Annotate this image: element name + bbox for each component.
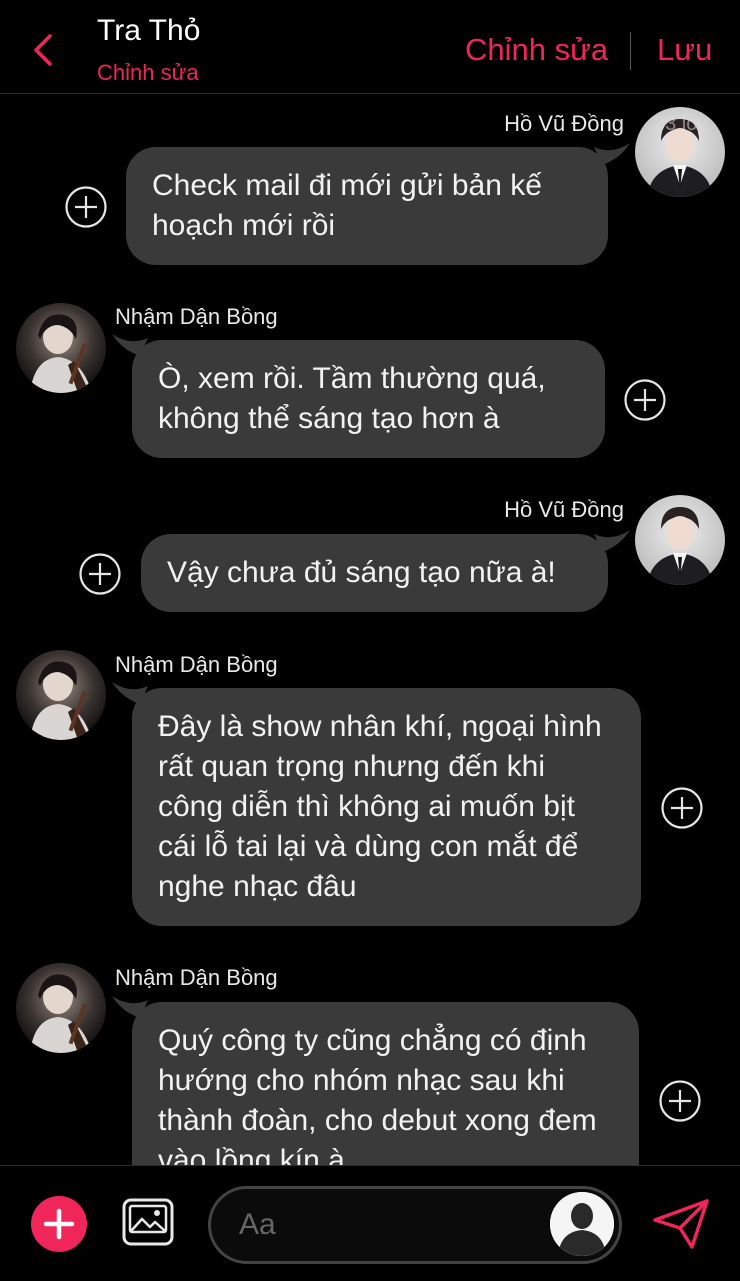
send-icon[interactable] <box>652 1198 710 1250</box>
header-divider <box>630 32 631 70</box>
user-avatar-icon[interactable] <box>550 1192 614 1256</box>
message-text: Đây là show nhân khí, ngoại hình rất qua… <box>158 710 602 903</box>
avatar[interactable] <box>635 495 725 585</box>
avatar[interactable] <box>16 963 106 1053</box>
sender-name: Nhậm Dận Bồng <box>115 965 278 990</box>
image-icon[interactable] <box>122 1198 174 1246</box>
save-button[interactable]: Lưu <box>657 32 712 68</box>
message-text: Ò, xem rồi. Tầm thường quá, không thể sá… <box>158 362 546 435</box>
sender-name: Nhậm Dận Bồng <box>115 304 278 329</box>
message-bubble[interactable]: Quý công ty cũng chẳng có định hướng cho… <box>112 996 639 1165</box>
composer-bar <box>0 1165 740 1281</box>
bubble-tail <box>112 334 148 356</box>
plus-icon <box>43 1208 75 1240</box>
message-input-wrapper <box>208 1186 622 1264</box>
chevron-left-icon[interactable] <box>30 32 60 68</box>
chat-screen: Tra Thỏ Chỉnh sửa Chỉnh sửa Lưu Hồ Vũ Đồ… <box>0 0 740 1281</box>
sender-name: Hồ Vũ Đồng <box>504 497 624 522</box>
message-bubble[interactable]: Vậy chưa đủ sáng tạo nữa à! <box>141 530 630 612</box>
message-list[interactable]: Hồ Vũ Đồng 33 joy Check mail đi mới gửi … <box>0 95 740 1165</box>
message-input[interactable] <box>239 1203 539 1247</box>
bubble-tail <box>594 143 630 165</box>
edit-button[interactable]: Chỉnh sửa <box>465 32 608 68</box>
add-message-icon[interactable] <box>661 787 703 829</box>
user-silhouette <box>550 1192 614 1256</box>
add-button[interactable] <box>31 1196 87 1252</box>
message-text: Quý công ty cũng chẳng có định hướng cho… <box>158 1024 597 1165</box>
watermark: 33 joy <box>654 113 708 135</box>
avatar[interactable] <box>16 650 106 740</box>
message-bubble[interactable]: Đây là show nhân khí, ngoại hình rất qua… <box>112 682 641 926</box>
bubble-tail <box>594 530 630 552</box>
sender-name: Hồ Vũ Đồng <box>504 111 624 136</box>
bubble-tail <box>112 996 148 1018</box>
avatar[interactable] <box>16 303 106 393</box>
message-text: Vậy chưa đủ sáng tạo nữa à! <box>167 556 556 589</box>
bubble-tail <box>112 682 148 704</box>
sender-name: Nhậm Dận Bồng <box>115 652 278 677</box>
add-message-icon[interactable] <box>659 1080 701 1122</box>
message-bubble[interactable]: Ò, xem rồi. Tầm thường quá, không thể sá… <box>112 334 605 458</box>
add-message-icon[interactable] <box>79 553 121 595</box>
header-bar: Tra Thỏ Chỉnh sửa Chỉnh sửa Lưu <box>0 0 740 94</box>
add-message-icon[interactable] <box>65 186 107 228</box>
message-bubble[interactable]: Check mail đi mới gửi bản kế hoạch mới r… <box>126 143 630 265</box>
message-text: Check mail đi mới gửi bản kế hoạch mới r… <box>152 169 542 242</box>
conversation-title: Tra Thỏ <box>97 14 201 47</box>
conversation-subtitle: Chỉnh sửa <box>97 60 199 85</box>
add-message-icon[interactable] <box>624 379 666 421</box>
